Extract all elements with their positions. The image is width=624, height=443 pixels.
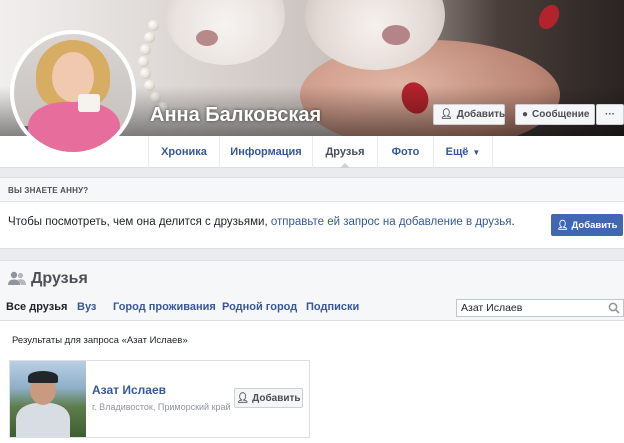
avatar-body	[28, 102, 120, 152]
avatar-cup	[78, 94, 100, 112]
friends-title: Друзья	[31, 270, 88, 287]
know-person-text: Чтобы посмотреть, чем она делится с друз…	[8, 216, 515, 228]
friends-section: Друзья Все друзья Вуз Город проживания Р…	[0, 260, 624, 443]
more-icon: ···	[605, 109, 615, 120]
send-request-link[interactable]: отправьте ей запрос на добавление в друз…	[271, 216, 512, 228]
friends-search-input[interactable]	[457, 300, 605, 316]
subtab-current-city[interactable]: Город проживания	[113, 301, 216, 313]
subtab-hometown[interactable]: Родной город	[222, 301, 297, 313]
tab-timeline[interactable]: Хроника	[148, 136, 219, 168]
caret-down-icon: ▼	[472, 147, 481, 157]
message-button[interactable]: ● Сообщение	[515, 104, 595, 125]
cover-nail	[534, 1, 564, 33]
add-friend-button[interactable]: 👤︎ Добавить	[433, 104, 505, 125]
friend-result-card: Азат Ислаев г. Владивосток, Приморский к…	[9, 360, 310, 438]
subtab-all-friends[interactable]: Все друзья	[6, 301, 67, 313]
search-icon[interactable]	[607, 301, 621, 315]
friends-icon	[8, 271, 26, 288]
message-label: Сообщение	[532, 109, 590, 120]
tab-friends[interactable]: Друзья	[312, 136, 377, 168]
add-friend-icon: 👤︎	[556, 219, 569, 231]
friend-avatar[interactable]	[10, 361, 86, 437]
messenger-icon: ●	[522, 109, 529, 120]
cover-puppy-nose	[382, 25, 410, 45]
add-friend-icon: 👤︎	[440, 109, 453, 120]
friends-search	[456, 299, 624, 317]
tab-photos[interactable]: Фото	[377, 136, 433, 168]
profile-avatar[interactable]	[10, 30, 136, 156]
add-friend-icon: 👤︎	[236, 392, 250, 404]
more-options-button[interactable]: ···	[596, 104, 624, 125]
profile-name[interactable]: Анна Балковская	[150, 104, 321, 127]
add-friend-result-button[interactable]: 👤︎ Добавить	[234, 388, 303, 408]
add-friend-label: Добавить	[456, 109, 506, 120]
cover-puppy-nose	[196, 30, 218, 46]
friend-name[interactable]: Азат Ислаев	[92, 383, 166, 397]
friend-location: г. Владивосток, Приморский край	[92, 402, 231, 412]
know-person-box: ВЫ ЗНАЕТЕ АННУ? Чтобы посмотреть, чем он…	[0, 177, 624, 249]
cover-puppy	[165, 0, 285, 65]
tab-more[interactable]: Ещё ▼	[433, 136, 493, 168]
tab-about[interactable]: Информация	[219, 136, 312, 168]
subtab-university[interactable]: Вуз	[77, 301, 96, 313]
subtab-following[interactable]: Подписки	[306, 301, 359, 313]
search-results-label: Результаты для запроса «Азат Ислаев»	[12, 335, 188, 346]
know-person-heading: ВЫ ЗНАЕТЕ АННУ?	[0, 178, 624, 202]
add-friend-primary-button[interactable]: 👤︎ Добавить	[551, 214, 623, 236]
